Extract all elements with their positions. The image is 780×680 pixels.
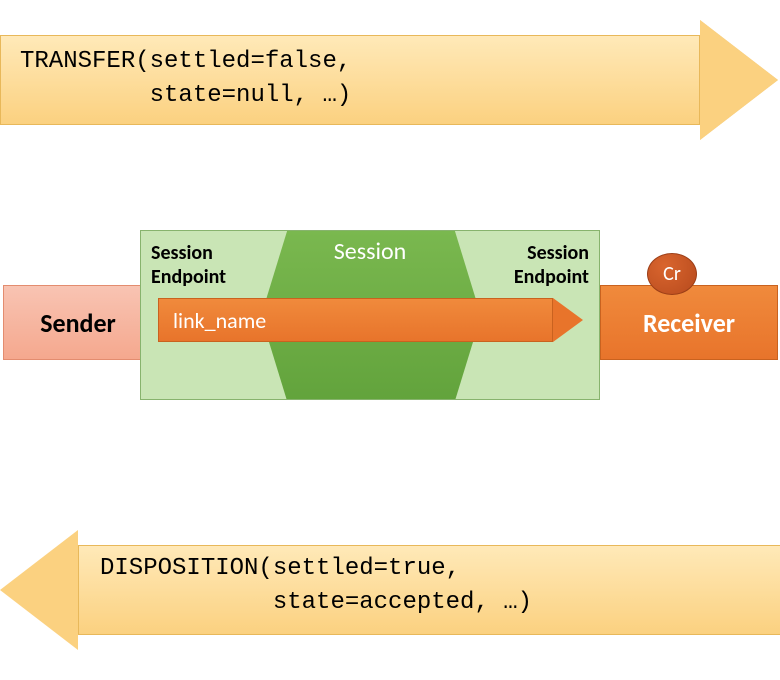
transfer-line2: state=null, …) [20,82,351,109]
transfer-arrow-text: TRANSFER(settled=false, state=null, …) [20,45,351,112]
session-endpoint-left: Session Endpoint [151,241,261,289]
sender-label: Sender [40,307,116,339]
disposition-arrow: DISPOSITION(settled=true, state=accepted… [0,530,780,650]
disposition-arrow-text: DISPOSITION(settled=true, state=accepted… [100,552,532,619]
transfer-arrow-head-icon [700,20,778,140]
session-endpoint-left-l1: Session [151,241,213,265]
session-endpoint-right: Session Endpoint [479,241,589,289]
transfer-line1: TRANSFER(settled=false, [20,48,351,75]
link-name-arrow: link_name [158,298,588,342]
link-name-label: link_name [173,307,266,334]
session-endpoint-right-l1: Session [527,241,589,265]
session-endpoint-left-l2: Endpoint [151,265,226,289]
credit-badge: Cr [647,253,697,295]
link-name-arrow-head-icon [553,298,583,342]
disposition-arrow-head-icon [0,530,78,650]
disposition-line1: DISPOSITION(settled=true, [100,555,460,582]
sender-box: Sender [3,285,153,360]
receiver-box: Receiver [600,285,778,360]
link-name-arrow-body: link_name [158,298,553,342]
credit-badge-text: Cr [663,262,681,286]
transfer-arrow: TRANSFER(settled=false, state=null, …) [0,20,780,140]
session-endpoint-right-l2: Endpoint [514,265,589,289]
disposition-line2: state=accepted, …) [100,589,532,616]
receiver-label: Receiver [643,307,735,339]
